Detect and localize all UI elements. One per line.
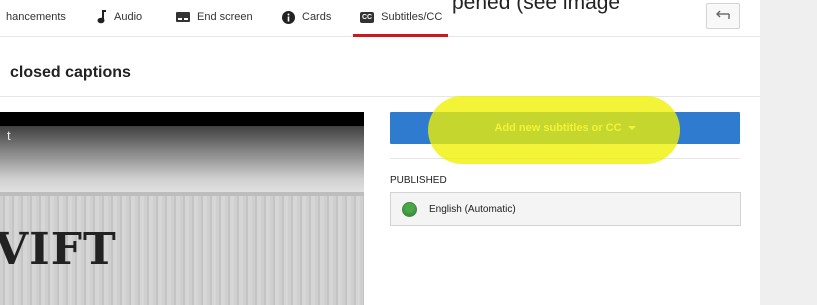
- music-note-icon: [97, 10, 107, 24]
- status-dot-icon: [402, 201, 417, 217]
- page-title: closed captions: [10, 64, 131, 81]
- video-top-bar: [0, 112, 364, 126]
- tab-bar: hancements Audio End screen Cards CC Sub…: [0, 0, 760, 37]
- title-divider: [0, 96, 760, 97]
- video-title-text: VIFT: [0, 224, 117, 275]
- tab-label-cards: Cards: [302, 11, 332, 23]
- back-button[interactable]: [706, 3, 740, 29]
- tab-label-audio: Audio: [114, 11, 143, 23]
- cc-icon: CC: [360, 11, 375, 23]
- tab-enhancements[interactable]: hancements: [6, 0, 66, 34]
- tab-cards[interactable]: Cards: [282, 0, 331, 34]
- tab-label-end-screen: End screen: [197, 11, 253, 23]
- back-arrow-icon: [716, 7, 730, 25]
- tab-end-screen[interactable]: End screen: [176, 0, 253, 34]
- right-gray-panel: [760, 0, 817, 305]
- tab-label-enhancements: hancements: [6, 11, 66, 23]
- tab-audio[interactable]: Audio: [97, 0, 142, 34]
- dropdown-caret-icon: [627, 126, 636, 130]
- add-subtitles-label: Add new subtitles or CC: [494, 122, 622, 134]
- right-divider: [390, 158, 740, 159]
- end-screen-icon: [176, 12, 190, 22]
- published-section-label: PUBLISHED: [390, 175, 447, 186]
- tab-subtitles-cc[interactable]: CC Subtitles/CC: [353, 0, 449, 37]
- video-corner-text: t: [7, 128, 11, 143]
- tab-label-subtitles-cc: Subtitles/CC: [381, 11, 443, 23]
- subtitle-track-row[interactable]: English (Automatic): [390, 192, 741, 226]
- track-label: English (Automatic): [429, 203, 516, 215]
- info-icon: [282, 10, 295, 24]
- video-preview[interactable]: t VIFT: [0, 112, 364, 305]
- video-gradient: [0, 126, 364, 196]
- add-subtitles-button[interactable]: Add new subtitles or CC: [390, 112, 740, 144]
